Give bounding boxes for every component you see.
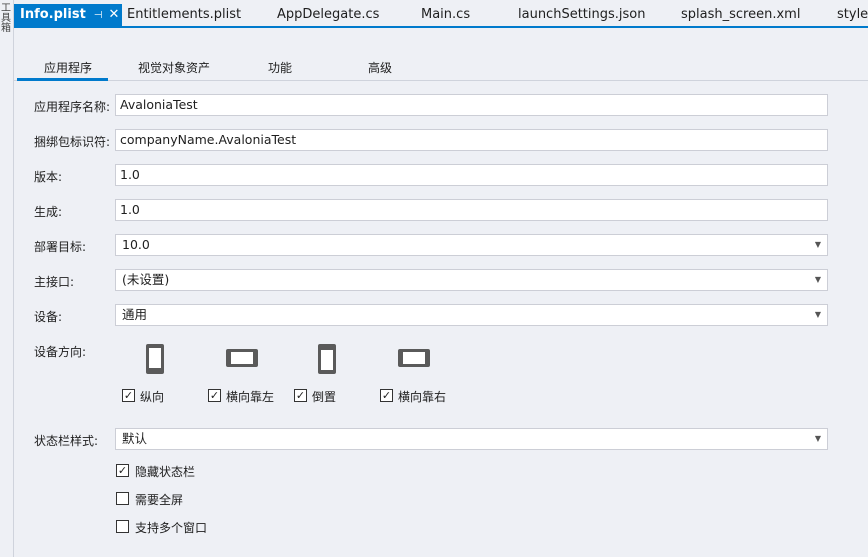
orientation-label: 设备方向: [34, 345, 87, 359]
upside-down-label: 倒置 [312, 390, 337, 404]
tab-label: Info.plist [20, 7, 86, 22]
select-value: 通用 [122, 307, 148, 322]
chevron-down-icon: ▼ [814, 434, 821, 443]
tab-label: 视觉对象资产 [138, 61, 211, 75]
bundle-id-input[interactable]: companyName.AvaloniaTest [115, 129, 828, 151]
deployment-target-label: 部署目标: [34, 240, 87, 254]
chevron-down-icon: ▼ [814, 310, 821, 319]
multiple-windows-checkbox[interactable] [116, 520, 129, 533]
toolbox-label: 工具箱 [1, 3, 11, 34]
tab-label: splash_screen.xml [681, 7, 801, 22]
close-icon[interactable]: ✕ [109, 7, 120, 22]
bundle-id-label: 捆绑包标识符: [34, 135, 111, 149]
landscape-left-checkbox[interactable]: ✓ [208, 389, 221, 402]
tab-application[interactable]: 应用程序 [17, 58, 108, 81]
tab-label: 应用程序 [44, 61, 93, 75]
tab-label: 功能 [268, 61, 293, 75]
tab-label: launchSettings.json [518, 7, 646, 22]
tab-label: Entitlements.plist [127, 7, 242, 22]
devices-select[interactable]: 通用 ▼ [115, 304, 828, 326]
select-value: 默认 [122, 431, 148, 446]
status-bar-style-select[interactable]: 默认 ▼ [115, 428, 828, 450]
tab-label: 高级 [368, 61, 393, 75]
landscape-right-checkbox[interactable]: ✓ [380, 389, 393, 402]
main-interface-select[interactable]: (未设置) ▼ [115, 269, 828, 291]
landscape-right-label: 横向靠右 [398, 390, 447, 404]
select-value: (未设置) [122, 272, 170, 287]
portrait-checkbox[interactable]: ✓ [122, 389, 135, 402]
multiple-windows-label: 支持多个窗口 [135, 521, 208, 535]
status-bar-style-label: 状态栏样式: [34, 434, 99, 448]
phone-upside-down-icon [318, 344, 336, 374]
build-label: 生成: [34, 205, 63, 219]
upside-down-checkbox[interactable]: ✓ [294, 389, 307, 402]
phone-portrait-icon [146, 344, 164, 374]
landscape-left-label: 横向靠左 [226, 390, 275, 404]
tab-capabilities[interactable]: 功能 [268, 58, 292, 81]
plist-editor: 应用程序 视觉对象资产 功能 高级 应用程序名称: AvaloniaTest 捆… [14, 30, 868, 557]
portrait-label: 纵向 [140, 390, 165, 404]
toolbox-strip[interactable]: 工具箱 [0, 0, 14, 557]
tab-label: Main.cs [421, 7, 471, 22]
build-input[interactable]: 1.0 [115, 199, 828, 221]
tab-info-plist[interactable]: Info.plist ⊣ ✕ [14, 4, 122, 28]
hide-status-bar-label: 隐藏状态栏 [135, 465, 196, 479]
tab-visual-assets[interactable]: 视觉对象资产 [138, 58, 210, 81]
chevron-down-icon: ▼ [814, 275, 821, 284]
main-interface-label: 主接口: [34, 275, 75, 289]
tab-entitlements-plist[interactable]: Entitlements.plist [127, 4, 241, 28]
hide-status-bar-checkbox[interactable]: ✓ [116, 464, 129, 477]
document-tab-bar: Info.plist ⊣ ✕ Entitlements.plist AppDeleg… [14, 0, 868, 28]
version-input[interactable]: 1.0 [115, 164, 828, 186]
tab-launchsettings-json[interactable]: launchSettings.json [518, 4, 645, 28]
tab-label: AppDelegate.cs [277, 7, 380, 22]
version-label: 版本: [34, 170, 63, 184]
require-fullscreen-label: 需要全屏 [135, 493, 184, 507]
app-name-label: 应用程序名称: [34, 100, 111, 114]
deployment-target-select[interactable]: 10.0 ▼ [115, 234, 828, 256]
tab-appdelegate-cs[interactable]: AppDelegate.cs [277, 4, 379, 28]
devices-label: 设备: [34, 310, 63, 324]
tab-main-cs[interactable]: Main.cs [421, 4, 470, 28]
tab-label: styles [837, 7, 868, 22]
require-fullscreen-checkbox[interactable] [116, 492, 129, 505]
phone-landscape-left-icon [226, 349, 258, 367]
tab-styles[interactable]: styles [837, 4, 868, 28]
phone-landscape-right-icon [398, 349, 430, 367]
pin-icon[interactable]: ⊣ [94, 10, 103, 21]
chevron-down-icon: ▼ [814, 240, 821, 249]
editor-sub-tabs: 应用程序 视觉对象资产 功能 高级 [14, 58, 868, 81]
app-name-input[interactable]: AvaloniaTest [115, 94, 828, 116]
tab-splash-screen-xml[interactable]: splash_screen.xml [681, 4, 800, 28]
tab-advanced[interactable]: 高级 [368, 58, 392, 81]
select-value: 10.0 [122, 237, 150, 252]
